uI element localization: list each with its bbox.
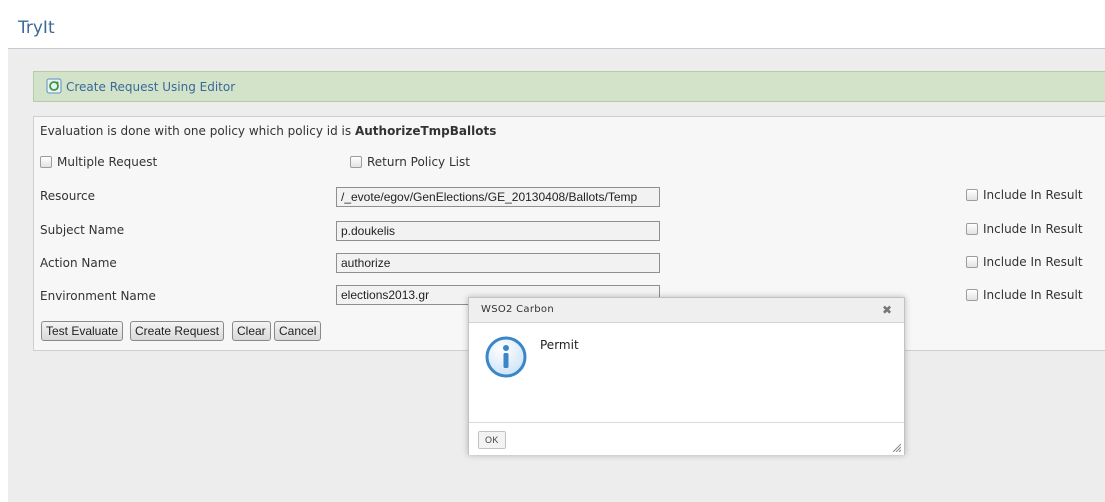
ok-button[interactable]: OK bbox=[478, 431, 506, 449]
result-dialog: WSO2 Carbon ✖ Permit OK bbox=[468, 297, 905, 455]
checkbox-box[interactable] bbox=[966, 256, 978, 268]
include-in-result-label: Include In Result bbox=[983, 288, 1083, 302]
info-icon bbox=[485, 336, 527, 378]
subject-name-label: Subject Name bbox=[40, 223, 125, 237]
dialog-message: Permit bbox=[540, 338, 579, 352]
create-request-button[interactable]: Create Request bbox=[130, 321, 225, 341]
checkbox-box[interactable] bbox=[350, 156, 362, 168]
include-in-result-label: Include In Result bbox=[983, 255, 1083, 269]
evaluation-prefix: Evaluation is done with one policy which… bbox=[40, 124, 352, 138]
cancel-button[interactable]: Cancel bbox=[274, 321, 322, 341]
dialog-titlebar[interactable]: WSO2 Carbon ✖ bbox=[469, 298, 904, 323]
close-icon[interactable]: ✖ bbox=[882, 303, 892, 317]
editor-header-label: Create Request Using Editor bbox=[66, 80, 236, 94]
create-request-editor-link[interactable]: Create Request Using Editor bbox=[33, 71, 1105, 102]
policy-id: AuthorizeTmpBallots bbox=[354, 124, 497, 138]
subject-include-checkbox[interactable]: Include In Result bbox=[966, 222, 1083, 236]
subject-name-input[interactable]: p.doukelis bbox=[336, 221, 660, 241]
evaluation-info: Evaluation is done with one policy which… bbox=[40, 124, 496, 138]
action-name-input[interactable]: authorize bbox=[336, 253, 660, 273]
resource-label: Resource bbox=[40, 189, 96, 203]
return-policy-list-label: Return Policy List bbox=[367, 155, 470, 169]
action-include-checkbox[interactable]: Include In Result bbox=[966, 255, 1083, 269]
test-evaluate-button[interactable]: Test Evaluate bbox=[41, 321, 124, 341]
editor-refresh-icon bbox=[46, 78, 62, 94]
include-in-result-label: Include In Result bbox=[983, 222, 1083, 236]
environment-name-label: Environment Name bbox=[40, 289, 156, 303]
environment-include-checkbox[interactable]: Include In Result bbox=[966, 288, 1083, 302]
multiple-request-label: Multiple Request bbox=[57, 155, 158, 169]
resource-input[interactable]: /_evote/egov/GenElections/GE_20130408/Ba… bbox=[336, 187, 660, 207]
return-policy-list-checkbox[interactable]: Return Policy List bbox=[350, 155, 470, 169]
page-title: TryIt bbox=[18, 18, 55, 38]
dialog-footer: OK bbox=[469, 422, 904, 455]
multiple-request-checkbox[interactable]: Multiple Request bbox=[40, 155, 157, 169]
checkbox-box[interactable] bbox=[966, 189, 978, 201]
include-in-result-label: Include In Result bbox=[983, 188, 1083, 202]
resize-grip-icon[interactable] bbox=[891, 442, 901, 452]
checkbox-box[interactable] bbox=[966, 289, 978, 301]
dialog-title: WSO2 Carbon bbox=[481, 304, 554, 315]
checkbox-box[interactable] bbox=[966, 223, 978, 235]
resource-include-checkbox[interactable]: Include In Result bbox=[966, 188, 1083, 202]
page-header: TryIt bbox=[8, 8, 1105, 49]
action-name-label: Action Name bbox=[40, 256, 117, 270]
checkbox-box[interactable] bbox=[40, 156, 52, 168]
clear-button[interactable]: Clear bbox=[232, 321, 271, 341]
